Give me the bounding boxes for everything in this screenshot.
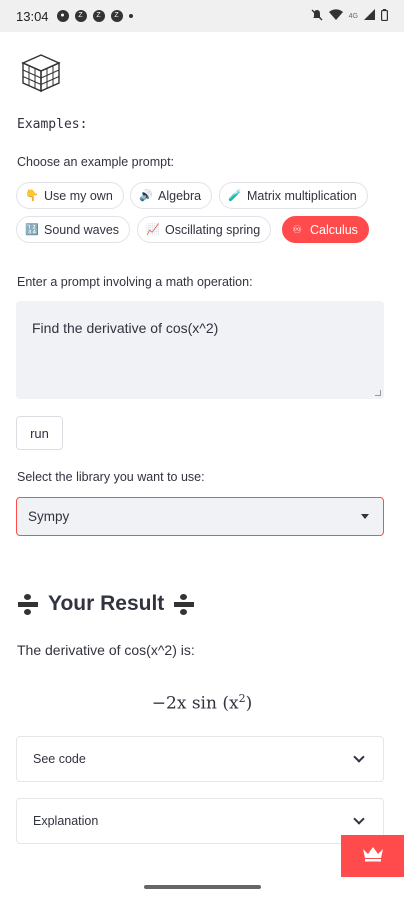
chevron-down-icon [353,813,365,825]
crown-button[interactable] [341,835,404,877]
test-tube-icon: 🧪 [228,190,242,202]
example-label: Matrix multiplication [247,188,357,203]
dot-icon [128,14,133,18]
resize-handle[interactable] [375,390,381,396]
example-calculus-button[interactable]: ♾ Calculus [282,216,369,243]
signal-icon [364,9,375,23]
formula-suffix: ) [245,693,253,714]
formula-prefix: −2x sin (x [151,693,239,714]
chevron-down-icon [353,751,365,763]
example-oscillating-spring-button[interactable]: 📈 Oscillating spring [137,216,272,243]
library-selected-value: Sympy [28,509,70,524]
infinity-icon: ♾ [292,224,302,236]
example-label: Sound waves [44,222,120,237]
choose-example-label: Choose an example prompt: [17,155,175,169]
crown-icon [362,846,384,867]
example-label: Oscillating spring [165,222,261,237]
home-indicator[interactable] [144,885,261,889]
example-algebra-button[interactable]: 🔊 Algebra [130,182,213,209]
mute-icon [311,9,323,24]
expander-label: Explanation [33,814,99,828]
see-code-expander[interactable]: See code [16,736,384,782]
run-button[interactable]: run [16,416,63,450]
speaker-icon: 🔊 [139,190,153,202]
examples-label: Examples: [17,117,88,132]
explanation-expander[interactable]: Explanation [16,798,384,844]
divide-icon [172,592,196,616]
battery-icon [381,8,389,24]
wifi-icon [328,8,343,24]
chat-icon: ● [56,10,69,22]
numbers-icon: 🔢 [25,224,39,236]
formula-exponent: 2 [238,692,246,705]
prompt-textarea[interactable]: Find the derivative of cos(x^2) [16,301,384,399]
caret-down-icon [361,514,369,519]
example-sound-waves-button[interactable]: 🔢 Sound waves [16,216,131,243]
z-icon: Z [92,10,105,22]
z-icon: Z [110,10,123,22]
library-select[interactable]: Sympy [16,497,384,536]
notification-icons: ● Z Z Z [56,10,133,22]
chart-increasing-icon: 📈 [146,224,160,236]
example-label: Calculus [310,222,358,237]
expander-label: See code [33,752,86,766]
status-bar: 13:04 ● Z Z Z 4G [0,0,404,32]
example-use-my-own-button[interactable]: 👇 Use my own [16,182,124,209]
result-title: Your Result [48,592,165,615]
prompt-value: Find the derivative of cos(x^2) [32,320,219,336]
example-matrix-multiplication-button[interactable]: 🧪 Matrix multiplication [219,182,368,209]
result-formula: −2x sin (x2) [0,692,404,714]
signal-4g-icon: 4G [348,12,358,20]
system-icons: 4G [311,8,389,24]
result-heading: Your Result [16,592,196,616]
status-time: 13:04 [16,8,49,24]
example-label: Use my own [44,188,113,203]
pointing-hand-icon: 👇 [25,190,39,202]
z-icon: Z [74,10,87,22]
divide-icon [16,592,40,616]
prompt-label: Enter a prompt involving a math operatio… [17,275,253,289]
result-text: The derivative of cos(x^2) is: [17,642,195,658]
example-label: Algebra [158,188,202,203]
library-label: Select the library you want to use: [17,470,205,484]
cube-logo-icon [20,52,62,94]
